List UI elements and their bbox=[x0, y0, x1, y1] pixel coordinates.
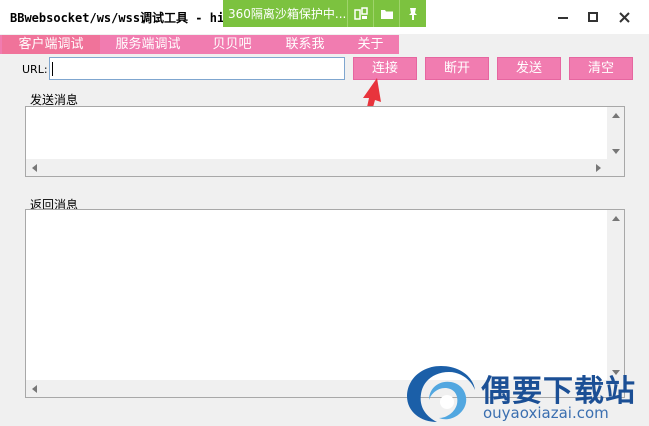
disconnect-button[interactable]: 断开 bbox=[425, 57, 489, 80]
tab-beibeiba[interactable]: 贝贝吧 bbox=[196, 35, 268, 54]
maximize-button[interactable] bbox=[576, 0, 610, 34]
scroll-corner bbox=[607, 159, 624, 176]
tab-contact[interactable]: 联系我 bbox=[268, 35, 342, 54]
clear-button[interactable]: 清空 bbox=[569, 57, 633, 80]
sandbox-status-text: 360隔离沙箱保护中... bbox=[228, 7, 347, 21]
scroll-right-icon[interactable] bbox=[590, 159, 607, 176]
url-label: URL: bbox=[22, 63, 48, 76]
send-vertical-scrollbar[interactable] bbox=[607, 107, 624, 160]
send-horizontal-scrollbar[interactable] bbox=[26, 159, 607, 176]
send-button[interactable]: 发送 bbox=[497, 57, 561, 80]
minimize-button[interactable] bbox=[546, 0, 580, 34]
scroll-left-icon[interactable] bbox=[26, 380, 43, 397]
scroll-up-icon[interactable] bbox=[607, 107, 624, 124]
pin-icon[interactable] bbox=[399, 0, 425, 27]
folder-icon[interactable] bbox=[373, 0, 399, 27]
scroll-up-icon[interactable] bbox=[607, 210, 624, 227]
url-input[interactable] bbox=[49, 57, 345, 80]
scroll-down-icon[interactable] bbox=[607, 143, 624, 160]
watermark-site-url: ouyaoxiazai.com bbox=[483, 404, 609, 422]
send-message-textarea[interactable] bbox=[25, 106, 625, 177]
close-button[interactable] bbox=[607, 0, 641, 34]
minimize-icon bbox=[558, 17, 568, 19]
tab-server-debug[interactable]: 服务端调试 bbox=[100, 35, 196, 54]
return-vertical-scrollbar[interactable] bbox=[607, 210, 624, 381]
window-title: BBwebsocket/ws/wss调试工具 - hi bbox=[10, 11, 225, 25]
sandbox-app-icon[interactable] bbox=[347, 0, 373, 27]
close-icon bbox=[618, 11, 630, 23]
tab-about[interactable]: 关于 bbox=[342, 35, 399, 54]
scroll-left-icon[interactable] bbox=[26, 159, 43, 176]
watermark-logo-icon bbox=[407, 366, 475, 422]
text-caret bbox=[52, 62, 53, 76]
tab-client-debug[interactable]: 客户端调试 bbox=[2, 35, 100, 54]
maximize-icon bbox=[588, 12, 598, 22]
sandbox-bar: 360隔离沙箱保护中... bbox=[223, 0, 426, 27]
